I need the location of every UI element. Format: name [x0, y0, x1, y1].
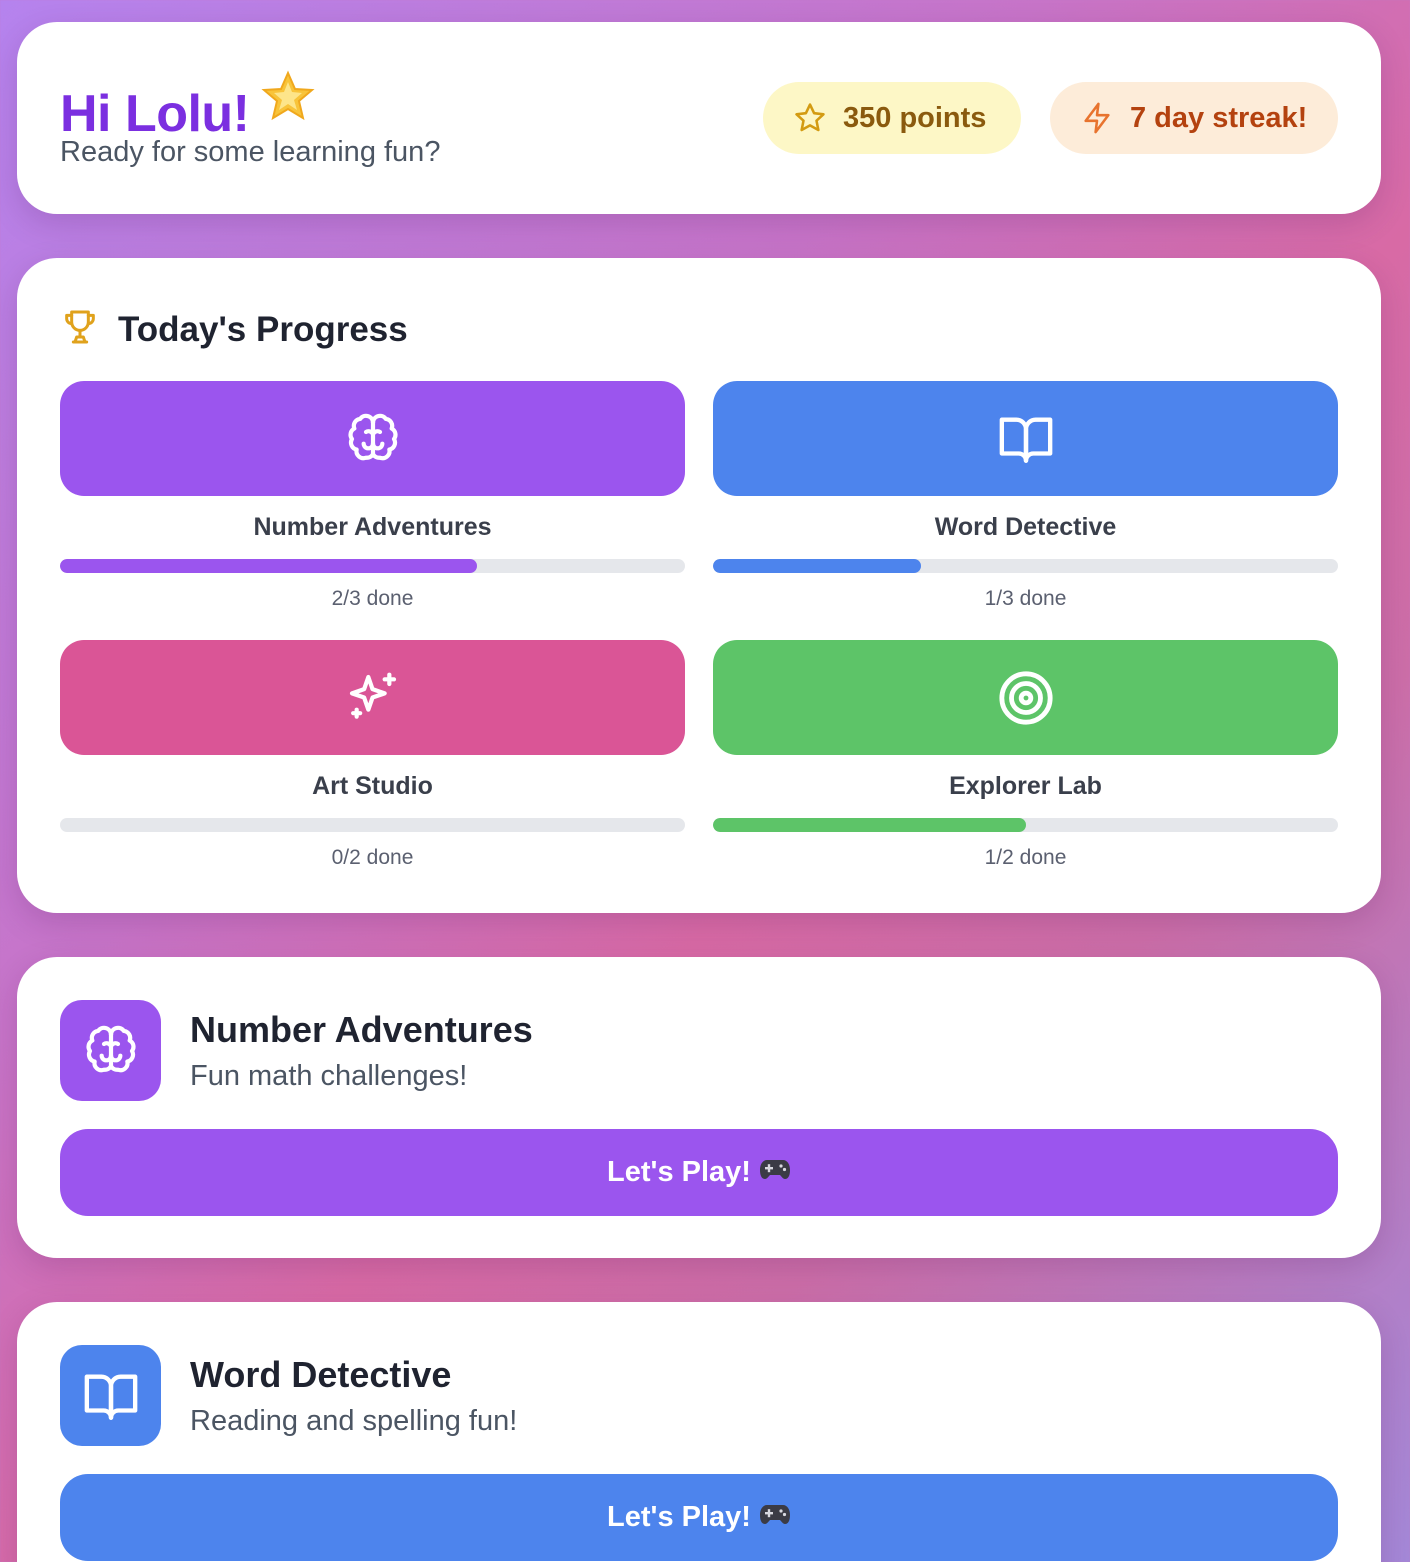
tile-icon-box [713, 381, 1338, 496]
star-icon [795, 103, 825, 132]
tile-label: Number Adventures [253, 513, 492, 541]
tile-label: Art Studio [312, 772, 433, 800]
progress-bar-fill [60, 559, 477, 573]
greeting-card: Hi Lolu! Ready for some learning fun? 35… [17, 22, 1381, 214]
activity-title: Word Detective [190, 1354, 452, 1395]
activity-title: Number Adventures [190, 1009, 533, 1050]
todays-progress-card: Today's Progress Number Adventures 2/3 d… [17, 258, 1381, 913]
trophy-icon [60, 306, 100, 353]
activity-description: Fun math challenges! [190, 1060, 468, 1092]
play-button-label: Let's Play! [607, 1501, 751, 1533]
tile-label: Word Detective [934, 513, 1117, 541]
sparkles-icon [349, 672, 396, 719]
progress-tile-number-adventures[interactable]: Number Adventures 2/3 done [60, 381, 685, 611]
streak-badge: 7 day streak! [1050, 82, 1338, 154]
tile-icon-box [60, 640, 685, 755]
progress-bar-fill [713, 559, 922, 573]
activity-description: Reading and spelling fun! [190, 1405, 518, 1437]
play-button-label: Let's Play! [607, 1156, 751, 1188]
progress-bar [713, 818, 1338, 832]
game-controller-icon [759, 1501, 791, 1534]
tile-icon-box [60, 381, 685, 496]
lets-play-button[interactable]: Let's Play! [60, 1474, 1338, 1561]
glowing-star-icon [261, 70, 315, 129]
tile-done-label: 1/3 done [984, 587, 1067, 610]
game-controller-icon [759, 1156, 791, 1189]
points-label: 350 points [843, 101, 987, 134]
book-icon [999, 416, 1052, 463]
progress-tile-explorer-lab[interactable]: Explorer Lab 1/2 done [713, 640, 1338, 870]
activity-card-number-adventures: Number Adventures Fun math challenges! L… [17, 957, 1381, 1258]
tile-done-label: 2/3 done [331, 587, 414, 610]
tile-done-label: 0/2 done [331, 846, 414, 869]
activity-icon-box [60, 1345, 161, 1446]
section-title: Today's Progress [118, 310, 408, 349]
brain-icon [85, 1025, 136, 1072]
brain-icon [347, 413, 398, 460]
book-icon [84, 1373, 137, 1420]
streak-label: 7 day streak! [1130, 101, 1308, 134]
lightning-icon [1084, 102, 1110, 134]
tile-icon-box [713, 640, 1338, 755]
activity-icon-box [60, 1000, 161, 1101]
progress-bar [60, 559, 685, 573]
points-badge: 350 points [763, 82, 1021, 154]
progress-tile-word-detective[interactable]: Word Detective 1/3 done [713, 381, 1338, 611]
progress-bar [60, 818, 685, 832]
progress-bar-fill [713, 818, 1026, 832]
lets-play-button[interactable]: Let's Play! [60, 1129, 1338, 1216]
target-icon [998, 670, 1053, 725]
tile-done-label: 1/2 done [984, 846, 1067, 869]
greeting-subtitle: Ready for some learning fun? [60, 136, 441, 168]
progress-tile-art-studio[interactable]: Art Studio 0/2 done [60, 640, 685, 870]
greeting-title: Hi Lolu! [60, 85, 250, 143]
progress-bar [713, 559, 1338, 573]
tile-label: Explorer Lab [949, 772, 1102, 800]
activity-card-word-detective: Word Detective Reading and spelling fun!… [17, 1302, 1381, 1562]
